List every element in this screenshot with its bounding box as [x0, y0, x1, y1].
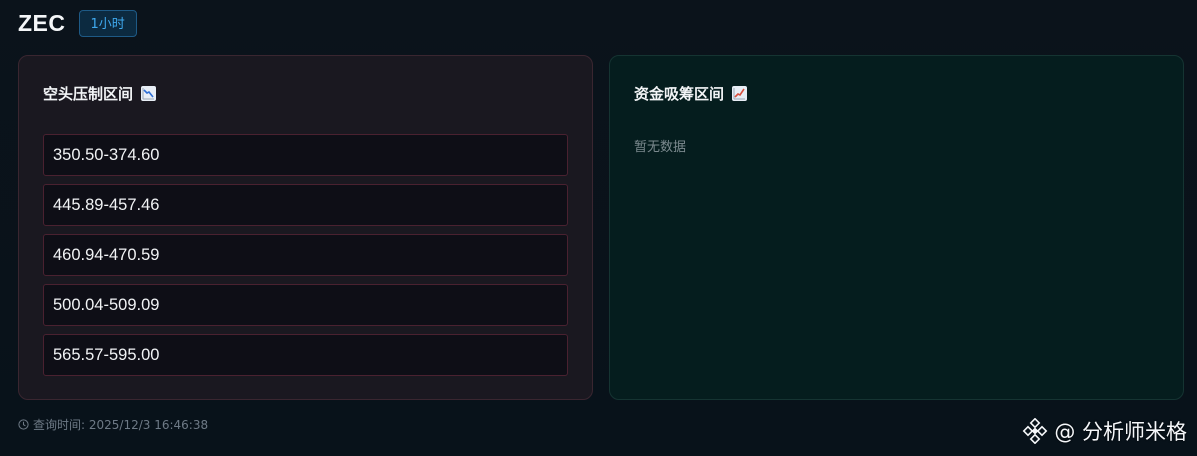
- resistance-zone-item[interactable]: 350.50-374.60: [43, 134, 568, 176]
- watermark: @ 分析师米格: [1022, 416, 1187, 446]
- resistance-title-text: 空头压制区间: [43, 85, 134, 103]
- binance-diamond-icon: [1022, 417, 1048, 445]
- support-title-text: 资金吸筹区间: [634, 85, 725, 103]
- resistance-zone-list: 350.50-374.60 445.89-457.46 460.94-470.5…: [43, 134, 568, 384]
- resistance-panel: 空头压制区间 350.50-374.60 445.89-457.46 460.9…: [18, 55, 593, 400]
- support-panel-title: 资金吸筹区间: [634, 83, 748, 104]
- clock-icon: [18, 419, 29, 430]
- resistance-zone-item[interactable]: 460.94-470.59: [43, 234, 568, 276]
- symbol-title: ZEC: [18, 9, 66, 36]
- support-panel: 资金吸筹区间 暂无数据: [609, 55, 1184, 400]
- support-empty-text: 暂无数据: [634, 140, 687, 155]
- chart-decreasing-icon: [141, 86, 157, 101]
- watermark-text: @ 分析师米格: [1054, 420, 1187, 444]
- query-time-text: 查询时间: 2025/12/3 16:46:38: [33, 418, 209, 432]
- chart-increasing-icon: [732, 86, 748, 101]
- resistance-zone-item[interactable]: 500.04-509.09: [43, 284, 568, 326]
- header: ZEC 1小时: [18, 8, 137, 38]
- resistance-panel-title: 空头压制区间: [43, 83, 157, 104]
- resistance-zone-item[interactable]: 445.89-457.46: [43, 184, 568, 226]
- resistance-zone-item[interactable]: 565.57-595.00: [43, 334, 568, 376]
- timeframe-badge[interactable]: 1小时: [78, 9, 137, 37]
- query-time-footer: 查询时间: 2025/12/3 16:46:38: [18, 416, 208, 433]
